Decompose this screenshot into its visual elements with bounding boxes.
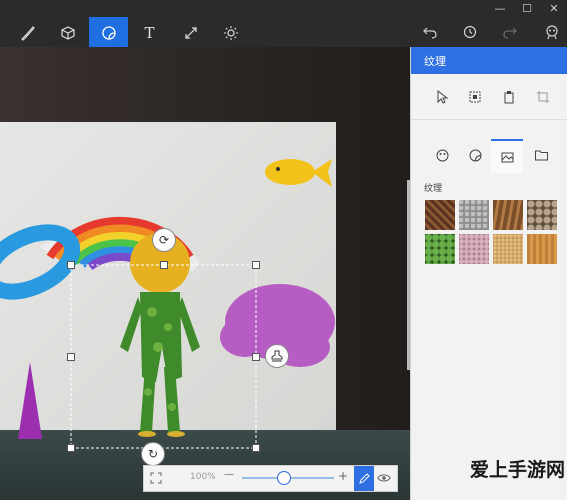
cube-icon xyxy=(60,25,75,40)
crop-button[interactable] xyxy=(531,85,555,109)
resize-handle-top-left[interactable] xyxy=(67,261,75,269)
rotate-icon: ⟳ xyxy=(158,233,170,247)
minimize-button[interactable]: — xyxy=(490,2,510,15)
texture-pebbles[interactable] xyxy=(527,200,557,230)
resize-handle-left[interactable] xyxy=(67,353,75,361)
stickers-tool-button[interactable] xyxy=(89,17,128,48)
crop-icon xyxy=(537,91,549,103)
undo-button[interactable] xyxy=(413,20,447,44)
panel-divider xyxy=(411,119,567,120)
texture-gravel[interactable] xyxy=(459,200,489,230)
texture-leaves[interactable] xyxy=(425,234,455,264)
sticker-icon xyxy=(101,25,116,40)
undo-icon xyxy=(423,27,437,39)
redo-icon xyxy=(503,27,517,39)
zoom-in-button[interactable]: + xyxy=(338,469,348,483)
canvas-resize-icon xyxy=(184,26,197,39)
texture-sand[interactable] xyxy=(493,234,523,264)
stickers-tab-icon xyxy=(436,149,448,161)
panel-scrollbar[interactable] xyxy=(407,180,410,370)
fit-view-button[interactable] xyxy=(148,470,164,486)
stamp-icon xyxy=(271,350,283,362)
redo-button[interactable] xyxy=(493,20,527,44)
fit-view-icon xyxy=(150,472,162,484)
textures-tab-icon xyxy=(501,152,513,162)
canvas-select-icon xyxy=(469,91,481,103)
resize-handle-bottom-right[interactable] xyxy=(252,444,260,452)
pen-icon xyxy=(359,472,370,484)
maximize-button[interactable]: ☐ xyxy=(517,2,537,15)
section-label: 纹理 xyxy=(424,184,443,194)
canvas-select-button[interactable] xyxy=(463,85,487,109)
rotate-3d-handle[interactable]: ↻ xyxy=(141,442,165,466)
panel-header: 纹理 xyxy=(411,47,567,74)
tab-folder[interactable] xyxy=(525,139,557,171)
watermark-text: 爱上手游网 xyxy=(470,459,566,481)
tab-textures[interactable] xyxy=(491,139,523,173)
panel-title: 纹理 xyxy=(424,54,446,68)
texture-light-wood[interactable] xyxy=(527,234,557,264)
texture-wood-grain[interactable] xyxy=(493,200,523,230)
zoom-bar: 100% — + xyxy=(143,465,398,492)
tab-shapes[interactable] xyxy=(459,139,491,171)
select-icon xyxy=(437,90,449,104)
history-button[interactable] xyxy=(453,20,487,44)
paste-button[interactable] xyxy=(497,85,521,109)
text-icon: T xyxy=(144,23,155,42)
brush-icon xyxy=(20,25,35,41)
zoom-level: 100% xyxy=(190,472,216,482)
history-icon xyxy=(463,25,477,39)
resize-handle-top-right[interactable] xyxy=(252,261,260,269)
3d-shapes-tool-button[interactable] xyxy=(48,17,87,48)
sun-icon xyxy=(223,25,238,40)
scene-artwork xyxy=(0,159,335,449)
right-panel: 纹理 纹理 xyxy=(407,47,567,500)
texture-pink-granite[interactable] xyxy=(459,234,489,264)
canvas-area[interactable]: ⟳ ↻ xyxy=(0,47,410,500)
resize-handle-bottom-left[interactable] xyxy=(67,444,75,452)
text-tool-button[interactable]: T xyxy=(130,17,169,48)
paste-icon xyxy=(504,91,514,104)
resize-handle-right[interactable] xyxy=(252,353,260,361)
zoom-out-button[interactable]: — xyxy=(224,469,234,480)
rotate-handle[interactable]: ⟳ xyxy=(152,228,176,252)
community-button[interactable] xyxy=(535,20,567,44)
shapes-tab-icon xyxy=(469,149,481,161)
texture-wood-bark[interactable] xyxy=(425,200,455,230)
effects-tool-button[interactable] xyxy=(211,17,250,48)
view-3d-button[interactable] xyxy=(375,470,393,486)
select-button[interactable] xyxy=(430,85,454,109)
folder-icon xyxy=(534,150,548,160)
stamp-button[interactable] xyxy=(265,344,289,368)
rotate-3d-icon: ↻ xyxy=(147,447,159,461)
community-icon xyxy=(546,25,558,40)
eye-icon xyxy=(377,474,391,482)
resize-handle-top[interactable] xyxy=(160,261,168,269)
canvas-tool-button[interactable] xyxy=(171,17,210,48)
tab-stickers[interactable] xyxy=(426,139,458,171)
close-button[interactable]: ✕ xyxy=(544,2,564,15)
zoom-slider-thumb[interactable] xyxy=(277,471,292,485)
top-toolbar: T — ☐ ✕ xyxy=(0,0,567,48)
brush-tool-button[interactable] xyxy=(8,17,47,48)
pen-mode-button[interactable] xyxy=(354,466,374,491)
